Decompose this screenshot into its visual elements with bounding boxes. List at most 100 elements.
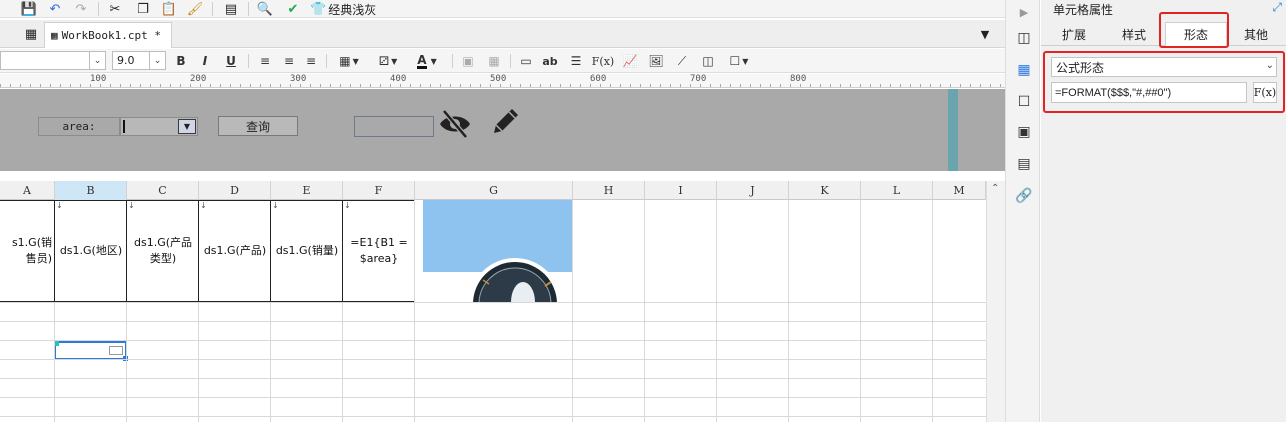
underline-button[interactable]: U [222, 51, 240, 71]
ruler-tick [550, 84, 551, 87]
align-right-icon[interactable]: ≡ [302, 51, 320, 71]
ruler-tick [110, 84, 111, 87]
tab-expand[interactable]: 扩展 [1049, 22, 1099, 46]
border-button[interactable]: ▦ ▼ [334, 51, 364, 71]
grid-view-icon[interactable]: ▦ [22, 25, 40, 43]
cut-icon[interactable]: ✂ [106, 0, 124, 18]
unmerge-cells-icon[interactable]: ▦ [484, 51, 504, 71]
italic-button[interactable]: I [196, 51, 214, 71]
header-cell-a[interactable]: s1.G(销售员) [0, 200, 55, 302]
header-cell-f[interactable]: =E1{B1 = $area} [343, 200, 415, 302]
align-left-icon[interactable]: ≡ [256, 51, 274, 71]
font-size-select[interactable]: 9.0 ⌄ [112, 51, 166, 70]
undo-icon[interactable]: ↶ [46, 0, 64, 18]
bold-button[interactable]: B [172, 51, 190, 71]
expand-panel-icon[interactable]: ▶ [1014, 2, 1034, 22]
column-header-g[interactable]: G [415, 181, 573, 200]
insert-text-icon[interactable]: ▭ [516, 51, 536, 71]
format-painter-icon[interactable]: 🖌 [186, 0, 204, 18]
toolbar-separator [248, 54, 249, 68]
align-center-icon[interactable]: ≡ [280, 51, 298, 71]
ruler-tick [410, 84, 411, 87]
column-header-h[interactable]: H [573, 181, 645, 200]
column-header-d[interactable]: D [199, 181, 271, 200]
tab-menu-icon[interactable]: ▼ [976, 25, 994, 43]
widget-settings-icon[interactable]: ▣ [1014, 122, 1034, 142]
tab-other[interactable]: 其他 [1231, 22, 1281, 46]
column-header-a[interactable]: A [0, 181, 55, 200]
cell-element-icon[interactable]: ◫ [1014, 28, 1034, 48]
cell-type-button[interactable]: ☐ ▼ [724, 51, 754, 71]
ruler-label: 300 [290, 74, 307, 84]
vertical-scrollbar[interactable]: ⌃ [986, 181, 1005, 422]
list-icon[interactable]: ☰ [566, 51, 586, 71]
image-cell[interactable] [423, 200, 573, 302]
eye-slash-icon[interactable] [438, 107, 472, 141]
query-button[interactable]: 查询 [218, 116, 298, 136]
column-header-i[interactable]: I [645, 181, 717, 200]
ruler-tick [700, 84, 701, 87]
cell-attributes-icon[interactable]: ▦ [1014, 60, 1034, 80]
header-cell-d[interactable]: ds1.G(产品) [199, 200, 271, 302]
selected-cell[interactable] [54, 341, 128, 361]
copy-icon[interactable]: ❐ [134, 0, 152, 18]
pencil-icon[interactable] [488, 105, 522, 139]
chart-icon[interactable]: 📈 [620, 51, 640, 71]
column-header-j[interactable]: J [717, 181, 789, 200]
hyperlink-icon[interactable]: 🔗 [1014, 186, 1034, 206]
column-header-e[interactable]: E [271, 181, 343, 200]
ruler-tick [360, 84, 361, 87]
expand-down-icon: ↓ [344, 201, 351, 210]
paste-icon[interactable]: 📋 [160, 0, 178, 18]
ruler-tick [730, 84, 731, 87]
column-header-f[interactable]: F [343, 181, 415, 200]
float-element-icon[interactable]: ☐ [1014, 92, 1034, 112]
ruler-tick [450, 84, 451, 87]
fill-color-button[interactable]: ⚂ ▼ [372, 51, 404, 71]
column-header-k[interactable]: K [789, 181, 861, 200]
image-icon[interactable]: 🖼 [646, 51, 666, 71]
text-tool-button[interactable]: ab [540, 51, 560, 71]
ruler-tick [120, 84, 121, 87]
header-cell-b[interactable]: ds1.G(地区) [55, 200, 127, 302]
save-icon[interactable]: 💾 [20, 0, 38, 18]
formula-button[interactable]: F(x) [592, 51, 614, 71]
slash-icon[interactable]: ⟋ [672, 51, 692, 71]
column-header-c[interactable]: C [127, 181, 199, 200]
font-color-button[interactable]: A ▼ [410, 51, 444, 71]
ruler-tick [320, 84, 321, 87]
column-header-l[interactable]: L [861, 181, 933, 200]
tab-label: WorkBook1.cpt * [61, 29, 161, 42]
tab-style[interactable]: 样式 [1109, 22, 1159, 46]
area-combobox[interactable]: ▼ [120, 117, 198, 136]
parameter-textbox[interactable] [354, 116, 434, 137]
grid-vline [788, 200, 789, 422]
tab-workbook1[interactable]: ▦ WorkBook1.cpt * [44, 22, 172, 48]
panel-title: 单元格属性 [1053, 3, 1114, 17]
redo-icon[interactable]: ↷ [72, 0, 90, 18]
scroll-up-icon[interactable]: ⌃ [991, 183, 999, 194]
column-header-b[interactable]: B [55, 181, 127, 200]
dropdown-arrow-icon[interactable]: ▼ [178, 119, 196, 134]
grid-hline [0, 359, 986, 360]
preview-icon[interactable]: 🔍 [256, 0, 274, 18]
expand-down-icon: ↓ [200, 201, 207, 210]
chevron-down-icon: ⌄ [89, 52, 105, 69]
theme-button[interactable]: 👕 经典浅灰 [310, 0, 384, 18]
font-name-select[interactable]: ⌄ [0, 51, 106, 70]
dataset-icon[interactable]: ▤ [222, 0, 240, 18]
ruler-label: 700 [690, 74, 707, 84]
ruler-tick [160, 84, 161, 87]
check-icon[interactable]: ✔ [284, 0, 302, 18]
ruler-tick [50, 84, 51, 87]
spreadsheet-grid[interactable]: s1.G(销售员) ds1.G(地区) ↓ ds1.G(产品类型) ↓ ds1.G(产品)… [0, 200, 986, 422]
ruler-tick [680, 84, 681, 87]
header-cell-e[interactable]: ds1.G(销量) [271, 200, 343, 302]
condition-attributes-icon[interactable]: ▤ [1014, 154, 1034, 174]
column-header-m[interactable]: M [933, 181, 986, 200]
sub-report-icon[interactable]: ◫ [698, 51, 718, 71]
pin-icon[interactable]: ⤢ [1272, 0, 1282, 15]
header-cell-c[interactable]: ds1.G(产品类型) [127, 200, 199, 302]
ruler-tick [770, 84, 771, 87]
merge-cells-icon[interactable]: ▣ [458, 51, 478, 71]
